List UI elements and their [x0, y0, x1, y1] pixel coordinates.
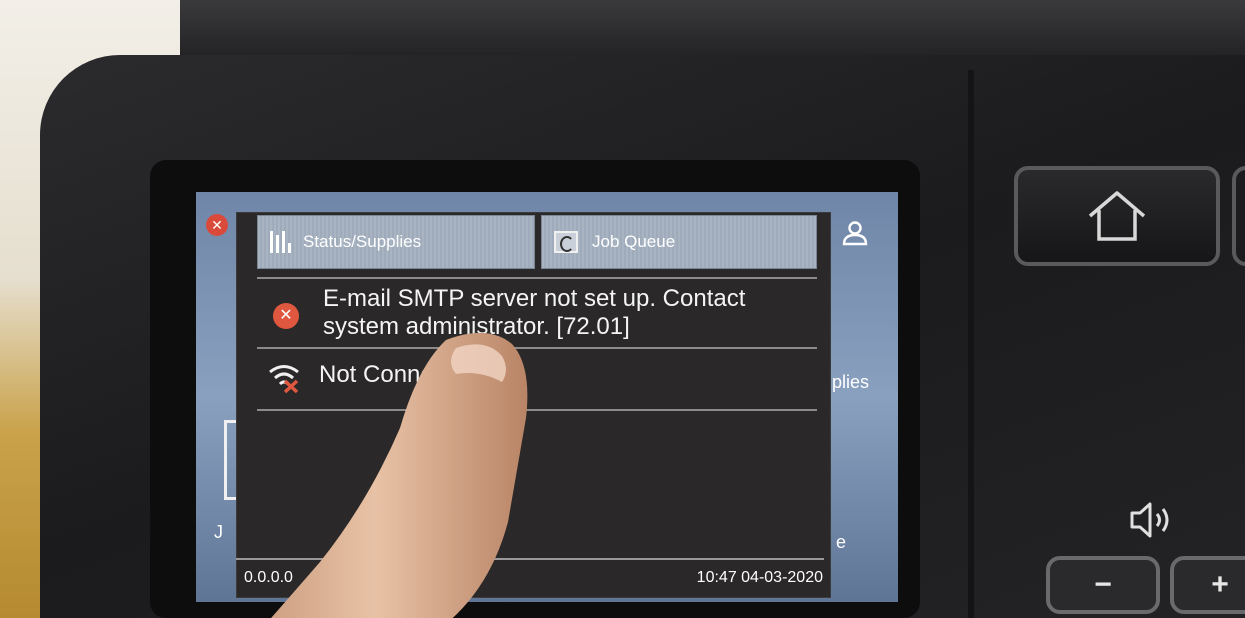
background-supplies-label: plies — [832, 372, 870, 392]
divider — [257, 347, 817, 349]
job-queue-icon — [554, 231, 578, 253]
error-message-row[interactable]: ✕ E-mail SMTP server not set up. Contact… — [237, 285, 832, 347]
error-message-text: E-mail SMTP server not set up. Contact s… — [323, 285, 746, 340]
divider — [257, 409, 817, 411]
tab-status-supplies-label: Status/Supplies — [303, 232, 422, 251]
divider — [257, 277, 817, 279]
network-status-text: Not Connected — [319, 361, 480, 388]
background-app-label: J — [214, 522, 223, 542]
tab-job-queue-label: Job Queue — [592, 232, 676, 251]
date-time: 10:47 04-03-2020 — [696, 569, 823, 586]
side-button[interactable] — [1232, 166, 1245, 266]
touch-screen[interactable]: ✕ ≋ J plies e Status/Supplies Job Queue … — [196, 192, 898, 602]
home-button[interactable] — [1014, 166, 1220, 266]
error-icon: ✕ — [273, 303, 299, 329]
tab-job-queue[interactable]: Job Queue — [541, 215, 817, 269]
tab-status-supplies[interactable]: Status/Supplies — [257, 215, 535, 269]
volume-down-button[interactable]: − — [1046, 556, 1160, 614]
user-sign-in-icon[interactable] — [842, 220, 868, 246]
wifi-disconnected-icon — [269, 365, 299, 393]
status-bars-icon — [270, 231, 291, 253]
status-notification-panel: Status/Supplies Job Queue ✕ E-mail SMTP … — [236, 212, 831, 598]
footer-divider — [236, 558, 824, 560]
volume-icon — [1130, 502, 1169, 538]
panel-tabs: Status/Supplies Job Queue — [257, 215, 817, 269]
volume-up-button[interactable]: + — [1170, 556, 1245, 614]
ip-address: 0.0.0.0 — [244, 569, 293, 586]
home-icon — [1088, 191, 1146, 241]
status-footer: 0.0.0.0 10:47 04-03-2020 — [236, 562, 831, 594]
background-error-icon[interactable]: ✕ — [206, 214, 228, 236]
network-status-row[interactable]: Not Connected — [237, 353, 832, 405]
panel-divider — [968, 70, 974, 618]
background-label-2: e — [836, 532, 847, 552]
